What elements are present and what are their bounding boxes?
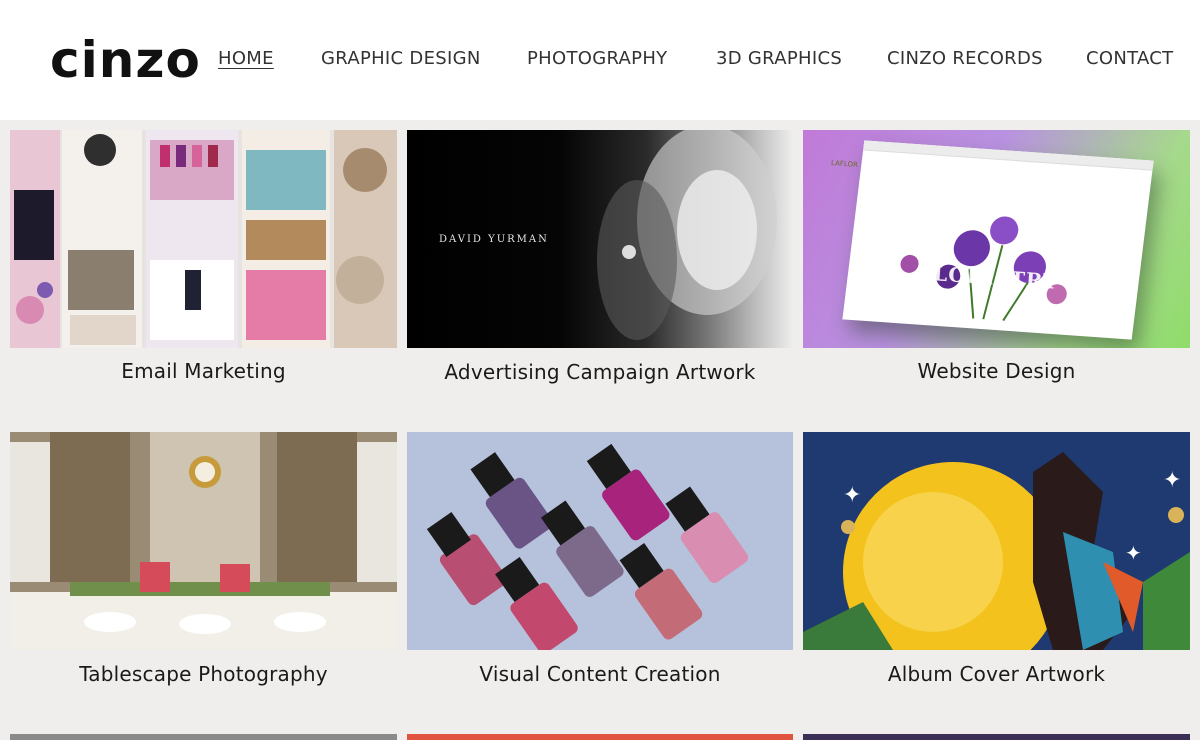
main-nav: HOME GRAPHIC DESIGN PHOTOGRAPHY 3D GRAPH… xyxy=(0,48,1200,72)
portfolio-image-partial-2[interactable] xyxy=(407,734,793,740)
caption-visual-content[interactable]: Visual Content Creation xyxy=(407,662,793,686)
flower-graphic xyxy=(900,216,1067,322)
tablescape-graphic xyxy=(10,432,397,650)
caption-email-marketing[interactable]: Email Marketing xyxy=(10,359,397,383)
nav-3d-graphics[interactable]: 3D GRAPHICS xyxy=(716,48,842,69)
site-header: cinzo HOME GRAPHIC DESIGN PHOTOGRAPHY 3D… xyxy=(0,0,1200,120)
portfolio-image-album-cover[interactable]: ✦ ✦ ✦ xyxy=(803,432,1190,650)
caption-album-cover[interactable]: Album Cover Artwork xyxy=(803,662,1190,686)
campaign-brand-text: DAVID YURMAN xyxy=(439,234,549,245)
nail-polish-graphic xyxy=(426,443,749,650)
nav-contact[interactable]: CONTACT xyxy=(1086,48,1173,69)
caption-advertising-campaign[interactable]: Advertising Campaign Artwork xyxy=(407,360,793,384)
portfolio-image-website-design[interactable]: LAFLOR FLORISTRY xyxy=(803,130,1190,348)
caption-tablescape[interactable]: Tablescape Photography xyxy=(10,662,397,686)
portfolio-image-tablescape[interactable] xyxy=(10,432,397,650)
album-cover-graphic: ✦ ✦ ✦ xyxy=(803,432,1190,650)
portfolio-image-email-marketing[interactable] xyxy=(10,130,397,348)
nav-home[interactable]: HOME xyxy=(218,48,274,69)
svg-text:✦: ✦ xyxy=(1125,541,1142,565)
browser-mockup xyxy=(842,140,1154,340)
website-logo-text: LAFLOR xyxy=(830,159,859,169)
portfolio-image-partial-3[interactable] xyxy=(803,734,1190,740)
nav-photography[interactable]: PHOTOGRAPHY xyxy=(527,48,667,69)
nav-graphic-design[interactable]: GRAPHIC DESIGN xyxy=(321,48,481,69)
caption-website-design[interactable]: Website Design xyxy=(803,359,1190,383)
svg-text:✦: ✦ xyxy=(843,483,861,508)
nav-cinzo-records[interactable]: CINZO RECORDS xyxy=(887,48,1043,69)
portfolio-image-advertising-campaign[interactable]: DAVID YURMAN xyxy=(407,130,793,348)
email-collage-graphic xyxy=(10,130,397,348)
portfolio-image-visual-content[interactable] xyxy=(407,432,793,650)
portfolio-image-partial-1[interactable] xyxy=(10,734,397,740)
svg-text:✦: ✦ xyxy=(1163,468,1181,493)
